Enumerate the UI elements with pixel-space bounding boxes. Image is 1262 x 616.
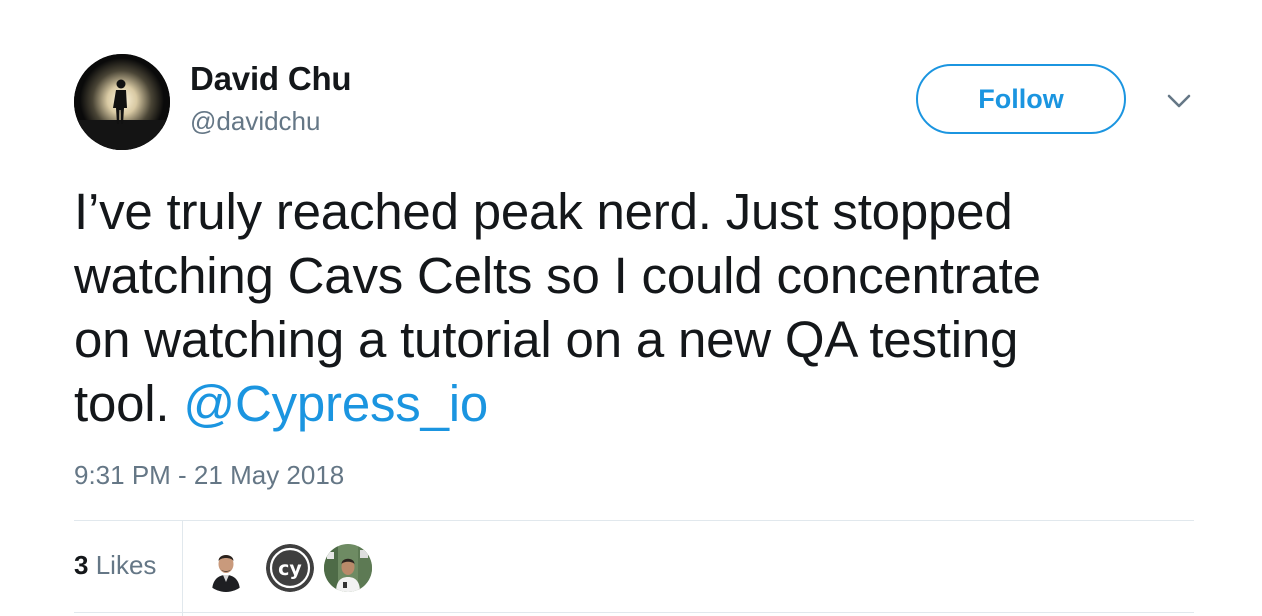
divider [74,612,1194,613]
tweet-text-line: on watching a tutorial on a new QA testi… [74,311,1019,368]
author-display-name[interactable]: David Chu [190,60,352,98]
tweet-text-line: tool. @Cypress_io [74,372,1204,436]
follow-button[interactable]: Follow [916,64,1126,134]
likes-stat[interactable]: 3 Likes [74,550,156,581]
tweet-text: I’ve truly reached peak nerd. Just stopp… [74,180,1204,436]
author-avatar[interactable] [74,54,170,150]
chevron-down-icon [1167,94,1191,108]
tweet-timestamp[interactable]: 9:31 PM - 21 May 2018 [74,460,344,491]
tweet-text-line-fragment: tool. [74,375,184,432]
tweet-text-line: I’ve truly reached peak nerd. Just stopp… [74,183,1013,240]
tweet-menu-button[interactable] [1162,86,1196,116]
liker-avatar[interactable] [202,544,250,592]
mention-link[interactable]: @Cypress_io [183,375,488,432]
person-avatar-icon [202,544,250,592]
likes-count: 3 [74,550,89,580]
stats-divider [182,521,183,616]
tweet-text-line: watching Cavs Celts so I could concentra… [74,247,1041,304]
divider [74,520,1194,521]
silhouette-sunset-icon [74,54,170,150]
likes-label: Likes [95,550,157,580]
liker-avatar[interactable]: cy [266,544,314,592]
person-outdoor-avatar-icon [324,544,372,592]
author-handle[interactable]: @davidchu [190,106,320,137]
cypress-logo-icon: cy [266,544,314,592]
liker-avatar[interactable] [324,544,372,592]
cypress-logo-text: cy [278,558,302,580]
tweet-card: David Chu @davidchu Follow I’ve truly re… [0,0,1262,616]
